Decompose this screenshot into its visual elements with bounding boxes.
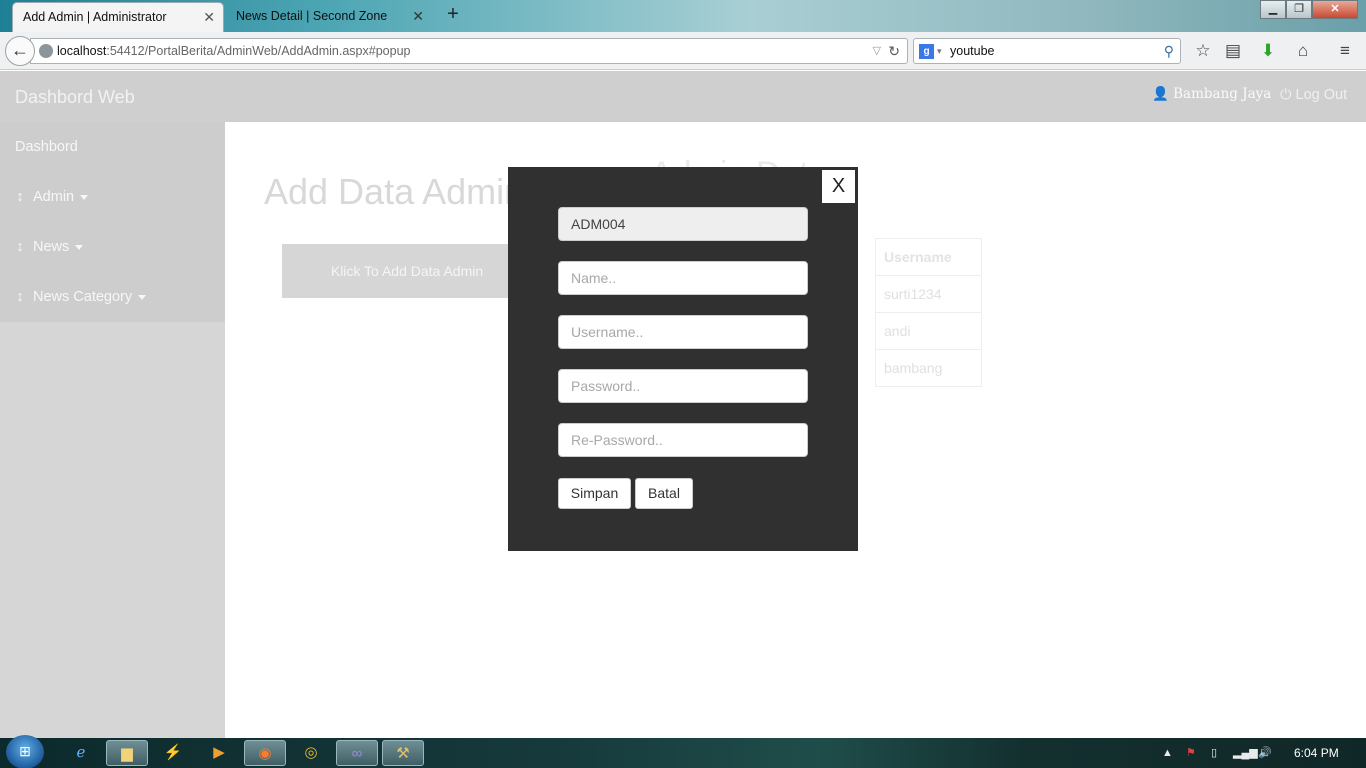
- username-cell: bambang: [875, 349, 982, 387]
- url-host: localhost: [57, 44, 107, 58]
- winamp-icon[interactable]: ⚡: [152, 740, 194, 766]
- sidebar-item-dashbord[interactable]: Dashbord: [15, 139, 78, 155]
- window-controls: ▁ ❐ ✕: [1260, 0, 1358, 20]
- caret-down-icon: [80, 194, 89, 200]
- admin-id-field[interactable]: [558, 207, 808, 241]
- repassword-field[interactable]: [558, 423, 808, 457]
- app-header: Dashbord Web 👤 Bambang Jaya ⏻ Log Out: [0, 71, 1366, 122]
- sidebar-item-label: News Category: [33, 289, 133, 305]
- volume-icon[interactable]: 🔊: [1258, 738, 1272, 768]
- action-center-icon[interactable]: ⚑: [1186, 738, 1196, 768]
- download-icon[interactable]: ⬇: [1255, 38, 1281, 64]
- minimize-icon[interactable]: ▁: [1260, 0, 1286, 19]
- table-row: bambang: [875, 349, 982, 387]
- user-icon: 👤: [1152, 86, 1169, 102]
- username-cell: andi: [875, 312, 982, 350]
- logout-button[interactable]: ⏻ Log Out: [1280, 87, 1347, 103]
- taskbar: ⊞ ℯ ▆ ⚡ ▶ ◉ ◎ ∞ ⚒ ▲ ⚑ ▯ ▂▄▆ 🔊 6:04 PM: [0, 735, 1366, 768]
- media-player-icon[interactable]: ▶: [198, 740, 240, 766]
- sidebar-item-news-category[interactable]: ↕ News Category: [15, 289, 147, 305]
- battery-icon[interactable]: ▯: [1211, 738, 1217, 768]
- close-tab-icon[interactable]: ✕: [412, 2, 424, 30]
- sort-arrows-icon: ↕: [16, 289, 24, 305]
- restore-icon[interactable]: ❐: [1286, 0, 1312, 19]
- google-icon[interactable]: g: [919, 44, 934, 59]
- chrome-icon[interactable]: ◎: [290, 740, 332, 766]
- cancel-button[interactable]: Batal: [635, 478, 693, 509]
- sort-arrows-icon: ↕: [16, 239, 24, 255]
- reload-icon[interactable]: ↻: [888, 39, 900, 63]
- tools-icon[interactable]: ⚒: [382, 740, 424, 766]
- add-admin-modal: X Simpan Batal: [508, 167, 858, 551]
- logout-label: Log Out: [1295, 87, 1348, 103]
- sidebar-item-label: News: [33, 239, 70, 255]
- search-box[interactable]: g ▾ youtube ⚲: [913, 38, 1181, 64]
- column-header-username: Username: [875, 238, 982, 276]
- search-icon[interactable]: ⚲: [1164, 39, 1174, 63]
- tab-title: News Detail | Second Zone: [236, 9, 388, 23]
- globe-icon: [39, 44, 53, 58]
- brand-link[interactable]: Dashbord Web: [15, 87, 135, 108]
- new-tab-icon[interactable]: +: [444, 3, 462, 26]
- search-value: youtube: [950, 44, 995, 58]
- user-menu[interactable]: 👤 Bambang Jaya: [1152, 86, 1271, 102]
- show-hidden-icons-icon[interactable]: ▲: [1162, 738, 1173, 768]
- sidebar-item-news[interactable]: ↕ News: [15, 239, 84, 255]
- save-button[interactable]: Simpan: [558, 478, 631, 509]
- tab-news-detail[interactable]: News Detail | Second Zone ✕: [226, 2, 432, 32]
- file-explorer-icon[interactable]: ▆: [106, 740, 148, 766]
- sort-arrows-icon: ↕: [16, 189, 24, 205]
- password-field[interactable]: [558, 369, 808, 403]
- table-row: andi: [875, 312, 982, 350]
- page-title: Add Data Admin: [264, 171, 525, 212]
- user-name: Bambang Jaya: [1173, 86, 1272, 102]
- table-row: surti1234: [875, 275, 982, 313]
- url-path: :54412/PortalBerita/AdminWeb/AddAdmin.as…: [106, 44, 411, 58]
- firefox-icon[interactable]: ◉: [244, 740, 286, 766]
- caret-down-icon: [75, 244, 84, 250]
- admin-table: Username surti1234 andi bambang: [875, 238, 982, 387]
- window-close-icon[interactable]: ✕: [1312, 0, 1358, 19]
- home-icon[interactable]: ⌂: [1290, 38, 1316, 64]
- internet-explorer-icon[interactable]: ℯ: [60, 740, 102, 766]
- caret-down-icon: [138, 294, 147, 300]
- sidebar-item-admin[interactable]: ↕ Admin: [15, 189, 89, 205]
- menu-icon[interactable]: ≡: [1332, 38, 1358, 64]
- tab-add-admin[interactable]: Add Admin | Administrator ✕: [12, 2, 224, 32]
- browser-titlebar: Add Admin | Administrator ✕ News Detail …: [0, 0, 1366, 32]
- modal-close-button[interactable]: X: [822, 170, 855, 203]
- username-cell: surti1234: [875, 275, 982, 313]
- sidebar-menu: Dashbord ↕ Admin ↕ News ↕ News Category: [0, 122, 225, 322]
- clock[interactable]: 6:04 PM: [1294, 738, 1339, 768]
- name-field[interactable]: [558, 261, 808, 295]
- dropdown-arrow-icon[interactable]: ▽: [873, 39, 881, 63]
- visual-studio-icon[interactable]: ∞: [336, 740, 378, 766]
- sidebar-item-label: Dashbord: [15, 139, 78, 155]
- star-icon[interactable]: ☆: [1190, 38, 1216, 64]
- address-bar[interactable]: localhost:54412/PortalBerita/AdminWeb/Ad…: [30, 38, 908, 64]
- power-icon: ⏻: [1280, 87, 1292, 103]
- reading-list-icon[interactable]: ▤: [1220, 38, 1246, 64]
- start-button[interactable]: ⊞: [6, 735, 44, 768]
- network-icon[interactable]: ▂▄▆: [1233, 738, 1258, 768]
- tab-title: Add Admin | Administrator: [23, 10, 167, 24]
- back-arrow-icon[interactable]: ←: [5, 36, 35, 66]
- windows-logo-icon: ⊞: [19, 743, 31, 759]
- sidebar: Dashbord ↕ Admin ↕ News ↕ News Category: [0, 122, 225, 738]
- sidebar-item-label: Admin: [33, 189, 75, 205]
- browser-navbar: localhost:54412/PortalBerita/AdminWeb/Ad…: [0, 32, 1366, 70]
- engine-dropdown-icon[interactable]: ▾: [937, 39, 942, 63]
- close-tab-icon[interactable]: ✕: [203, 3, 215, 31]
- add-admin-button[interactable]: Klick To Add Data Admin: [282, 244, 532, 298]
- username-field[interactable]: [558, 315, 808, 349]
